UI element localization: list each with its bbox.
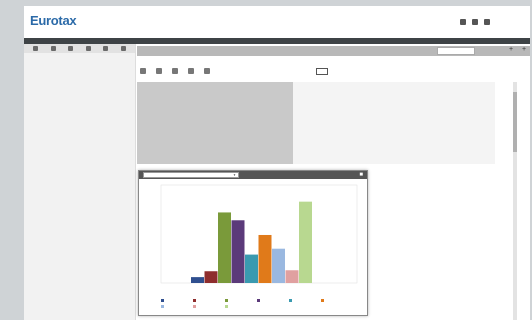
left-panel <box>24 44 136 320</box>
grid-icon[interactable] <box>188 68 194 74</box>
header-actions <box>460 19 496 25</box>
table-row[interactable] <box>137 158 495 165</box>
view-toolbar <box>140 68 210 74</box>
chart-bar <box>285 270 299 283</box>
chart-bar <box>258 234 272 283</box>
chart-bar <box>218 212 231 283</box>
list-icon[interactable] <box>68 46 74 51</box>
data-table <box>137 82 495 165</box>
gear-icon[interactable] <box>120 46 126 51</box>
settings-icon[interactable] <box>33 46 39 51</box>
legend-swatch <box>257 299 260 302</box>
top-bar: Eurotax <box>24 6 530 38</box>
row-label <box>137 158 293 165</box>
export-button[interactable] <box>316 68 328 75</box>
chart-bar <box>272 248 285 283</box>
scroll-thumb[interactable] <box>513 92 517 152</box>
bar-chart <box>160 184 358 308</box>
legend-swatch <box>225 305 228 308</box>
chart-bar <box>191 277 204 283</box>
legend-swatch <box>161 299 164 302</box>
legend-swatch <box>193 305 196 308</box>
table-icon[interactable] <box>85 46 91 51</box>
print-icon[interactable] <box>172 68 178 74</box>
left-toolbar <box>24 44 135 53</box>
download-icon[interactable] <box>103 46 109 51</box>
filter-icon[interactable] <box>204 68 210 74</box>
chart-bar <box>231 220 245 283</box>
legend-swatch <box>161 305 164 308</box>
app-logo: Eurotax <box>30 13 77 28</box>
add-icon[interactable]: + <box>522 46 526 53</box>
close-icon[interactable]: ■ <box>359 171 363 179</box>
tab-bar: + + <box>137 46 530 56</box>
chart-window: ▼ ■ <box>138 170 368 316</box>
settings-icon[interactable] <box>472 19 478 25</box>
copy-icon[interactable] <box>140 68 146 74</box>
row-value <box>293 158 495 165</box>
add-icon[interactable]: + <box>509 46 513 53</box>
chart-bar <box>204 271 218 283</box>
chart-window-header: ▼ ■ <box>139 171 367 179</box>
user-icon[interactable] <box>484 19 490 25</box>
chart-bar <box>245 254 258 283</box>
legend-swatch <box>225 299 228 302</box>
chart-series-select[interactable]: ▼ <box>143 172 239 178</box>
chart-bar <box>299 201 312 283</box>
legend-swatch <box>321 299 324 302</box>
home-icon[interactable] <box>460 19 466 25</box>
refresh-icon[interactable] <box>156 68 162 74</box>
chevron-down-icon: ▼ <box>233 173 236 177</box>
app-window: Eurotax + + ▼ ■ <box>24 6 530 320</box>
legend-swatch <box>193 299 196 302</box>
scrollbar[interactable] <box>513 82 517 320</box>
legend-swatch <box>289 299 292 302</box>
home-icon[interactable] <box>50 46 56 51</box>
tab-search-input[interactable] <box>437 47 475 55</box>
